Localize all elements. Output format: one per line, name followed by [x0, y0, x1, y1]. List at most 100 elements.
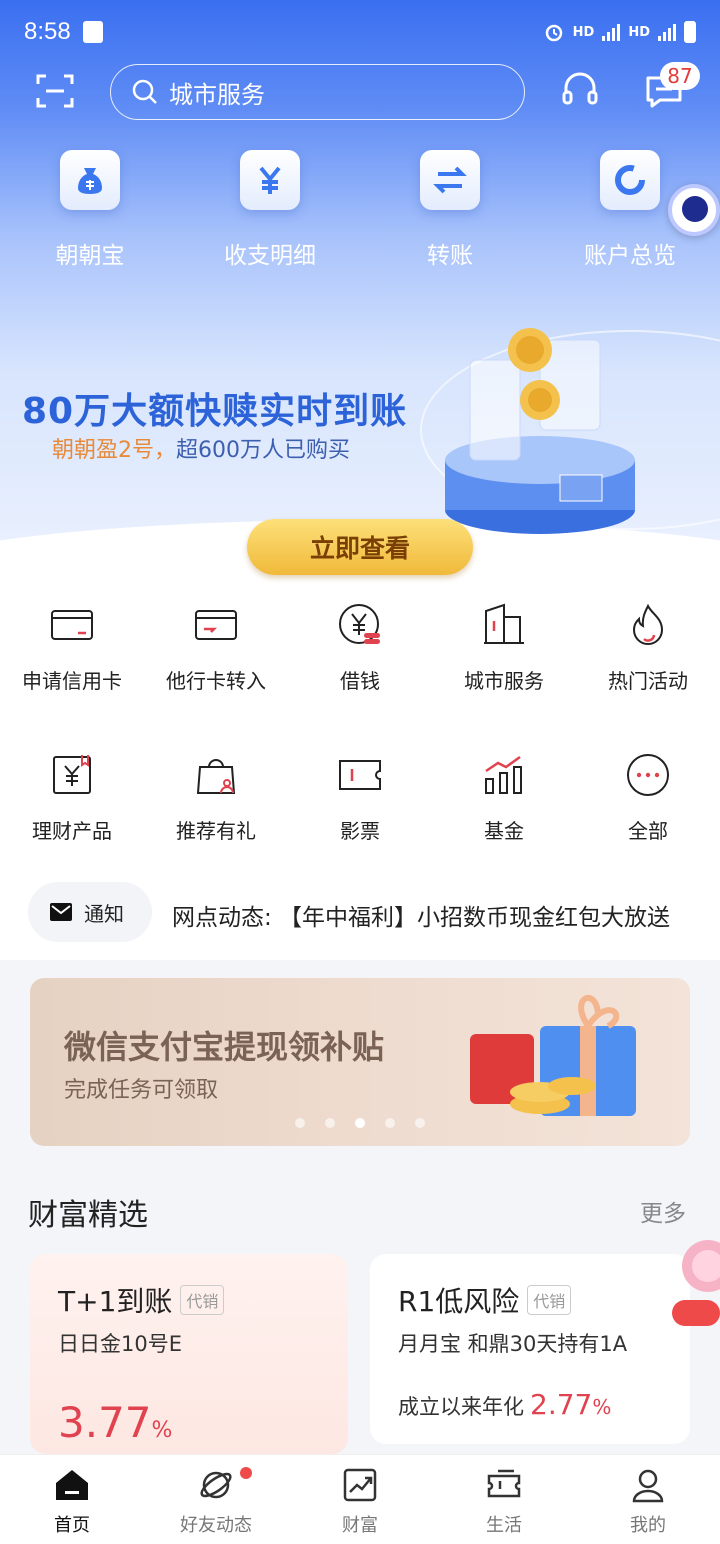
card-head: R1低风险 代销 [398, 1280, 572, 1320]
notice-bar[interactable]: 通知 网点动态: 【年中福利】小招数币现金红包大放送 [0, 870, 720, 960]
grid-item-fund[interactable]: 基金 [432, 745, 576, 855]
tab-me[interactable]: 我的 [576, 1455, 720, 1544]
message-badge: 87 [660, 62, 700, 90]
shopping-bag-icon [82, 21, 103, 43]
card-tag: 代销 [180, 1285, 225, 1315]
network-label-1: HD [572, 24, 595, 40]
headset-icon[interactable] [560, 70, 600, 110]
carousel-dot[interactable] [385, 1118, 395, 1128]
banner-sub-highlight: 朝朝盈2号， [52, 438, 176, 463]
grid-label: 申请信用卡 [22, 669, 122, 693]
card-title: T+1到账 [58, 1285, 173, 1318]
search-input[interactable]: 城市服务 [110, 64, 525, 120]
section-title: 财富精选 [28, 1198, 148, 1233]
status-time: 8:58 [24, 18, 71, 45]
grid-item-finance[interactable]: 理财产品 [0, 745, 144, 855]
tab-life[interactable]: 生活 [432, 1455, 576, 1544]
tab-home[interactable]: 首页 [0, 1455, 144, 1544]
coin-stack-illustration [445, 328, 635, 534]
ticket-icon [339, 760, 381, 790]
search-icon [132, 79, 157, 104]
building-icon [484, 603, 524, 644]
card-rate: 成立以来年化 2.77% [398, 1388, 611, 1421]
grid-label: 全部 [628, 819, 668, 843]
mail-icon [50, 903, 72, 921]
ring-chart-icon [600, 150, 660, 210]
view-now-button[interactable]: 立即查看 [247, 519, 473, 575]
grid-item-borrow[interactable]: 借钱 [288, 595, 432, 705]
search-placeholder: 城市服务 [169, 80, 265, 109]
grid-item-movie-ticket[interactable]: 影票 [288, 745, 432, 855]
tab-friends[interactable]: 好友动态 [144, 1455, 288, 1544]
planet-icon [200, 1471, 232, 1499]
tab-label: 财富 [342, 1515, 378, 1536]
fund-chart-icon [485, 755, 522, 794]
network-label-2: HD [628, 24, 650, 40]
user-icon [632, 1469, 664, 1503]
trend-chart-icon [343, 1468, 377, 1502]
service-grid: 申请信用卡 他行卡转入 借钱 城市服务 热门活动 理财产品 推荐有礼 影票 基金… [0, 595, 720, 870]
quick-item-transactions[interactable]: 收支明细 [180, 150, 360, 270]
rate-value: 3.77 [58, 1398, 152, 1447]
grid-label: 理财产品 [32, 819, 112, 843]
grid-label: 基金 [484, 819, 524, 843]
quick-label: 转账 [427, 243, 473, 269]
grid-label: 城市服务 [464, 669, 544, 693]
grid-item-city-service[interactable]: 城市服务 [432, 595, 576, 705]
grid-label: 他行卡转入 [166, 669, 266, 693]
grid-label: 推荐有礼 [176, 819, 256, 843]
grid-item-referral[interactable]: 推荐有礼 [144, 745, 288, 855]
tab-label: 首页 [54, 1515, 90, 1536]
banner-sub-rest: 超600万人已购买 [176, 438, 350, 463]
alarm-icon [545, 24, 562, 42]
quick-label: 收支明细 [224, 243, 316, 269]
money-bag-icon [60, 150, 120, 210]
product-card-1[interactable]: T+1到账 代销 日日金10号E 3.77% [30, 1254, 348, 1454]
tab-label: 生活 [486, 1515, 522, 1536]
more-link[interactable]: 更多 [640, 1194, 686, 1228]
bottom-tab-bar: 首页 好友动态 财富 生活 我的 [0, 1454, 720, 1544]
carousel-dot[interactable] [295, 1118, 305, 1128]
floating-assistant-button[interactable] [668, 184, 720, 236]
card-title: R1低风险 [398, 1285, 520, 1318]
gift-bag-icon [196, 759, 236, 794]
quick-item-zhaozhaobao[interactable]: 朝朝宝 [0, 150, 180, 270]
status-bar: 8:58 HD HD [0, 0, 720, 64]
scan-icon[interactable] [36, 72, 74, 110]
rate-unit: % [151, 1418, 173, 1443]
carousel-dot-active[interactable] [355, 1118, 365, 1128]
card-product-name: 日日金10号E [58, 1332, 182, 1356]
promo-banner[interactable]: 微信支付宝提现领补贴 完成任务可领取 [30, 978, 690, 1146]
grid-item-hot-events[interactable]: 热门活动 [576, 595, 720, 705]
promo-title: 微信支付宝提现领补贴 [64, 1028, 385, 1066]
grid-item-card-transfer[interactable]: 他行卡转入 [144, 595, 288, 705]
yen-coin-icon [339, 604, 380, 644]
credit-card-icon [51, 610, 93, 640]
banner-title: 80万大额快赎实时到账 [22, 391, 408, 432]
tab-label: 好友动态 [180, 1515, 252, 1536]
product-card-2[interactable]: R1低风险 代销 月月宝 和鼎30天持有1A 成立以来年化 2.77% [370, 1254, 690, 1444]
finance-doc-icon [53, 755, 91, 794]
notification-dot [240, 1467, 252, 1479]
carousel-dot[interactable] [415, 1118, 425, 1128]
quick-label: 账户总览 [584, 243, 676, 269]
grid-label: 热门活动 [608, 669, 688, 693]
wealth-float-widget[interactable] [672, 1236, 720, 1332]
tab-label: 我的 [630, 1515, 666, 1536]
grid-item-credit-card[interactable]: 申请信用卡 [0, 595, 144, 705]
battery-icon [684, 21, 696, 43]
ticket-life-icon [487, 1469, 521, 1498]
banner-subtitle: 朝朝盈2号，超600万人已购买 [52, 432, 350, 464]
yen-icon [240, 150, 300, 210]
promo-subtitle: 完成任务可领取 [64, 1078, 219, 1103]
tab-wealth[interactable]: 财富 [288, 1455, 432, 1544]
quick-actions: 朝朝宝 收支明细 转账 账户总览 [0, 150, 720, 270]
notice-pill: 通知 [28, 882, 152, 942]
notice-text: 网点动态: 【年中福利】小招数币现金红包大放送 [172, 905, 671, 931]
carousel-dot[interactable] [325, 1118, 335, 1128]
rate-label: 成立以来年化 [398, 1395, 524, 1419]
grid-item-all[interactable]: 全部 [576, 745, 720, 855]
quick-item-transfer[interactable]: 转账 [360, 150, 540, 270]
carousel-indicator [30, 1118, 690, 1128]
card-head: T+1到账 代销 [58, 1280, 225, 1320]
